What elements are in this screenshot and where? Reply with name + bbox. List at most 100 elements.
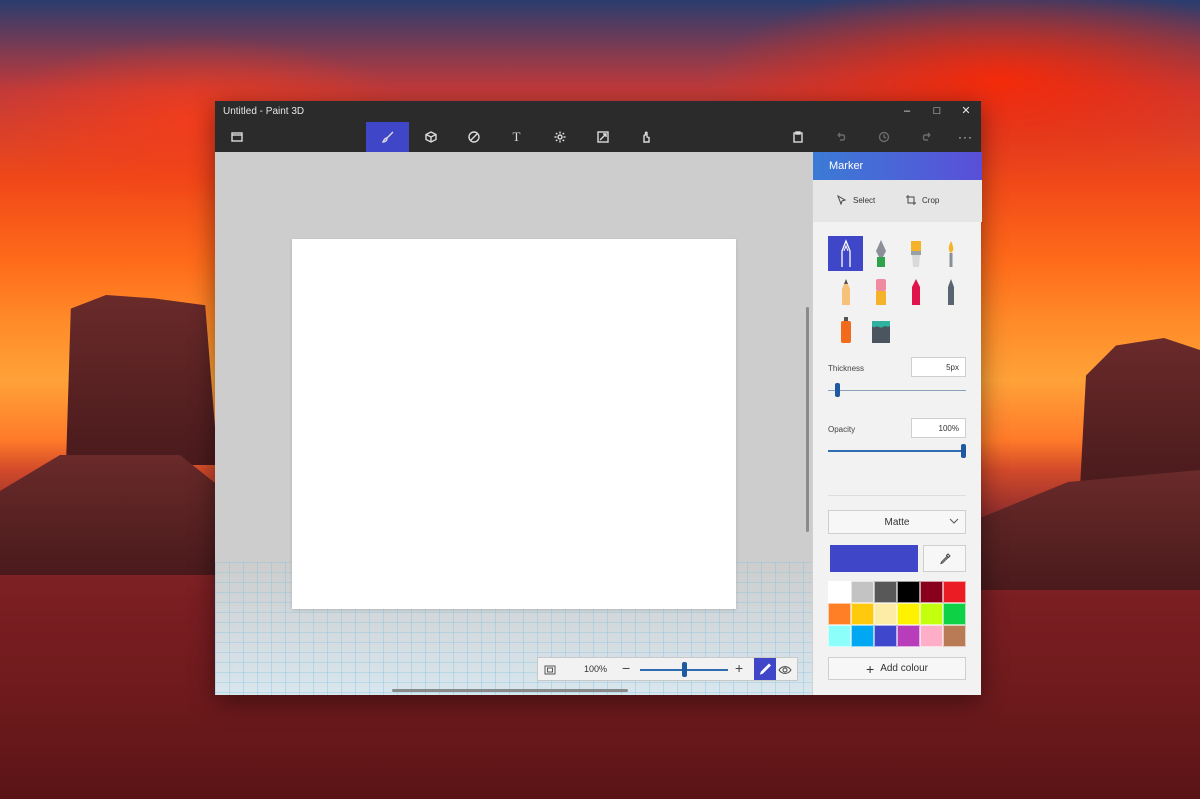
palette-swatch[interactable] — [943, 581, 966, 603]
3d-library-icon — [642, 131, 650, 143]
zoom-percentage: 100% — [584, 664, 608, 674]
panel-divider — [828, 495, 966, 496]
maximize-button[interactable]: □ — [922, 101, 952, 122]
stickers-tab[interactable] — [452, 122, 495, 152]
cursor-icon — [837, 195, 847, 205]
paste-button[interactable] — [776, 122, 819, 152]
canvas-tab[interactable] — [581, 122, 624, 152]
palette-swatch[interactable] — [920, 581, 943, 603]
pencil-icon — [841, 278, 850, 305]
fit-to-screen-icon — [544, 665, 556, 675]
3d-view-toggle[interactable] — [778, 663, 792, 675]
marker-icon — [840, 238, 851, 267]
palette-swatch[interactable] — [943, 625, 966, 647]
opacity-input[interactable]: 100% — [911, 418, 966, 438]
watercolor-icon — [948, 240, 953, 267]
crayon-brush[interactable] — [898, 274, 933, 309]
undo-icon — [837, 132, 845, 141]
crop-button[interactable]: Crop — [906, 195, 939, 205]
background-butte-right — [1080, 338, 1200, 488]
opacity-slider-fill[interactable] — [828, 450, 961, 452]
calligraphy-pen-brush[interactable] — [863, 236, 898, 271]
thickness-slider-thumb[interactable] — [834, 383, 840, 397]
chevron-down-icon — [949, 516, 959, 526]
eyedropper-button[interactable] — [923, 545, 966, 572]
palette-swatch[interactable] — [897, 581, 920, 603]
palette-swatch[interactable] — [874, 603, 897, 625]
3d-library-tab[interactable] — [624, 122, 667, 152]
select-button[interactable]: Select — [837, 195, 875, 205]
close-button[interactable]: ✕ — [951, 101, 981, 122]
opacity-slider-thumb[interactable] — [961, 444, 966, 458]
palette-swatch[interactable] — [920, 603, 943, 625]
fill-bucket-icon — [871, 320, 890, 343]
palette-swatch[interactable] — [897, 625, 920, 647]
opacity-label: Opacity — [828, 425, 856, 434]
paint3d-window: Untitled - Paint 3D – □ ✕ T ··· 100% − +… — [215, 101, 982, 695]
stickers-icon — [467, 131, 480, 143]
title-bar: Untitled - Paint 3D – □ ✕ — [215, 101, 981, 122]
palette-swatch[interactable] — [851, 625, 874, 647]
pixel-pen-brush[interactable] — [933, 274, 968, 309]
more-button[interactable]: ··· — [944, 122, 987, 152]
more-icon: ··· — [958, 130, 973, 144]
2d-view-toggle[interactable] — [754, 658, 776, 680]
finish-value: Matte — [884, 517, 910, 528]
zoom-out-button[interactable]: − — [622, 660, 630, 676]
zoom-slider-thumb[interactable] — [681, 662, 687, 677]
crayon-icon — [911, 278, 920, 305]
text-icon: T — [512, 129, 521, 144]
eyedropper-icon — [939, 552, 951, 564]
pencil-brush[interactable] — [828, 274, 863, 309]
3d-shapes-tab[interactable] — [409, 122, 452, 152]
watercolor-brush[interactable] — [933, 236, 968, 271]
spray-can-icon — [840, 316, 851, 343]
palette-swatch[interactable] — [828, 625, 851, 647]
palette-swatch[interactable] — [851, 581, 874, 603]
add-colour-button[interactable]: + Add colour — [828, 657, 966, 680]
select-crop-bar: Select Crop — [813, 180, 982, 222]
zoom-in-button[interactable]: + — [735, 660, 743, 676]
panel-title: Marker — [813, 152, 982, 180]
finish-dropdown[interactable]: Matte — [828, 510, 966, 534]
select-label: Select — [853, 195, 876, 205]
pixel-pen-icon — [947, 278, 954, 305]
vertical-scrollbar[interactable] — [806, 307, 809, 532]
minimize-button[interactable]: – — [892, 101, 922, 122]
thickness-slider-track[interactable] — [828, 390, 966, 391]
marker-brush[interactable] — [828, 236, 863, 271]
drawing-canvas[interactable] — [292, 239, 736, 609]
palette-swatch[interactable] — [874, 581, 897, 603]
brushes-tab[interactable] — [366, 122, 409, 152]
palette-swatch[interactable] — [943, 603, 966, 625]
undo-button[interactable] — [819, 122, 862, 152]
palette-swatch[interactable] — [897, 603, 920, 625]
redo-button[interactable] — [905, 122, 948, 152]
fit-to-screen-button[interactable] — [544, 663, 556, 675]
crop-label: Crop — [922, 195, 940, 205]
palette-swatch[interactable] — [874, 625, 897, 647]
canvas-workspace[interactable]: 100% − + — [215, 152, 812, 695]
zoom-bar: 100% − + — [537, 657, 798, 681]
text-tab[interactable]: T — [495, 122, 538, 152]
history-button[interactable] — [862, 122, 905, 152]
palette-swatch[interactable] — [851, 603, 874, 625]
horizontal-scrollbar[interactable] — [392, 689, 628, 692]
color-palette — [828, 581, 966, 649]
current-color-swatch[interactable] — [830, 545, 918, 572]
effects-tab[interactable] — [538, 122, 581, 152]
palette-swatch[interactable] — [828, 603, 851, 625]
oil-brush[interactable] — [898, 236, 933, 271]
crop-icon — [906, 195, 916, 205]
eraser-icon — [875, 278, 886, 305]
menu-button[interactable] — [215, 122, 258, 152]
spray-can-brush[interactable] — [828, 312, 863, 347]
thickness-input[interactable]: 5px — [911, 357, 966, 377]
3d-shapes-icon — [424, 131, 437, 143]
fill-brush[interactable] — [863, 312, 898, 347]
main-toolbar: T ··· — [215, 122, 981, 152]
palette-swatch[interactable] — [920, 625, 943, 647]
palette-swatch[interactable] — [828, 581, 851, 603]
effects-icon — [554, 131, 565, 143]
eraser-brush[interactable] — [863, 274, 898, 309]
